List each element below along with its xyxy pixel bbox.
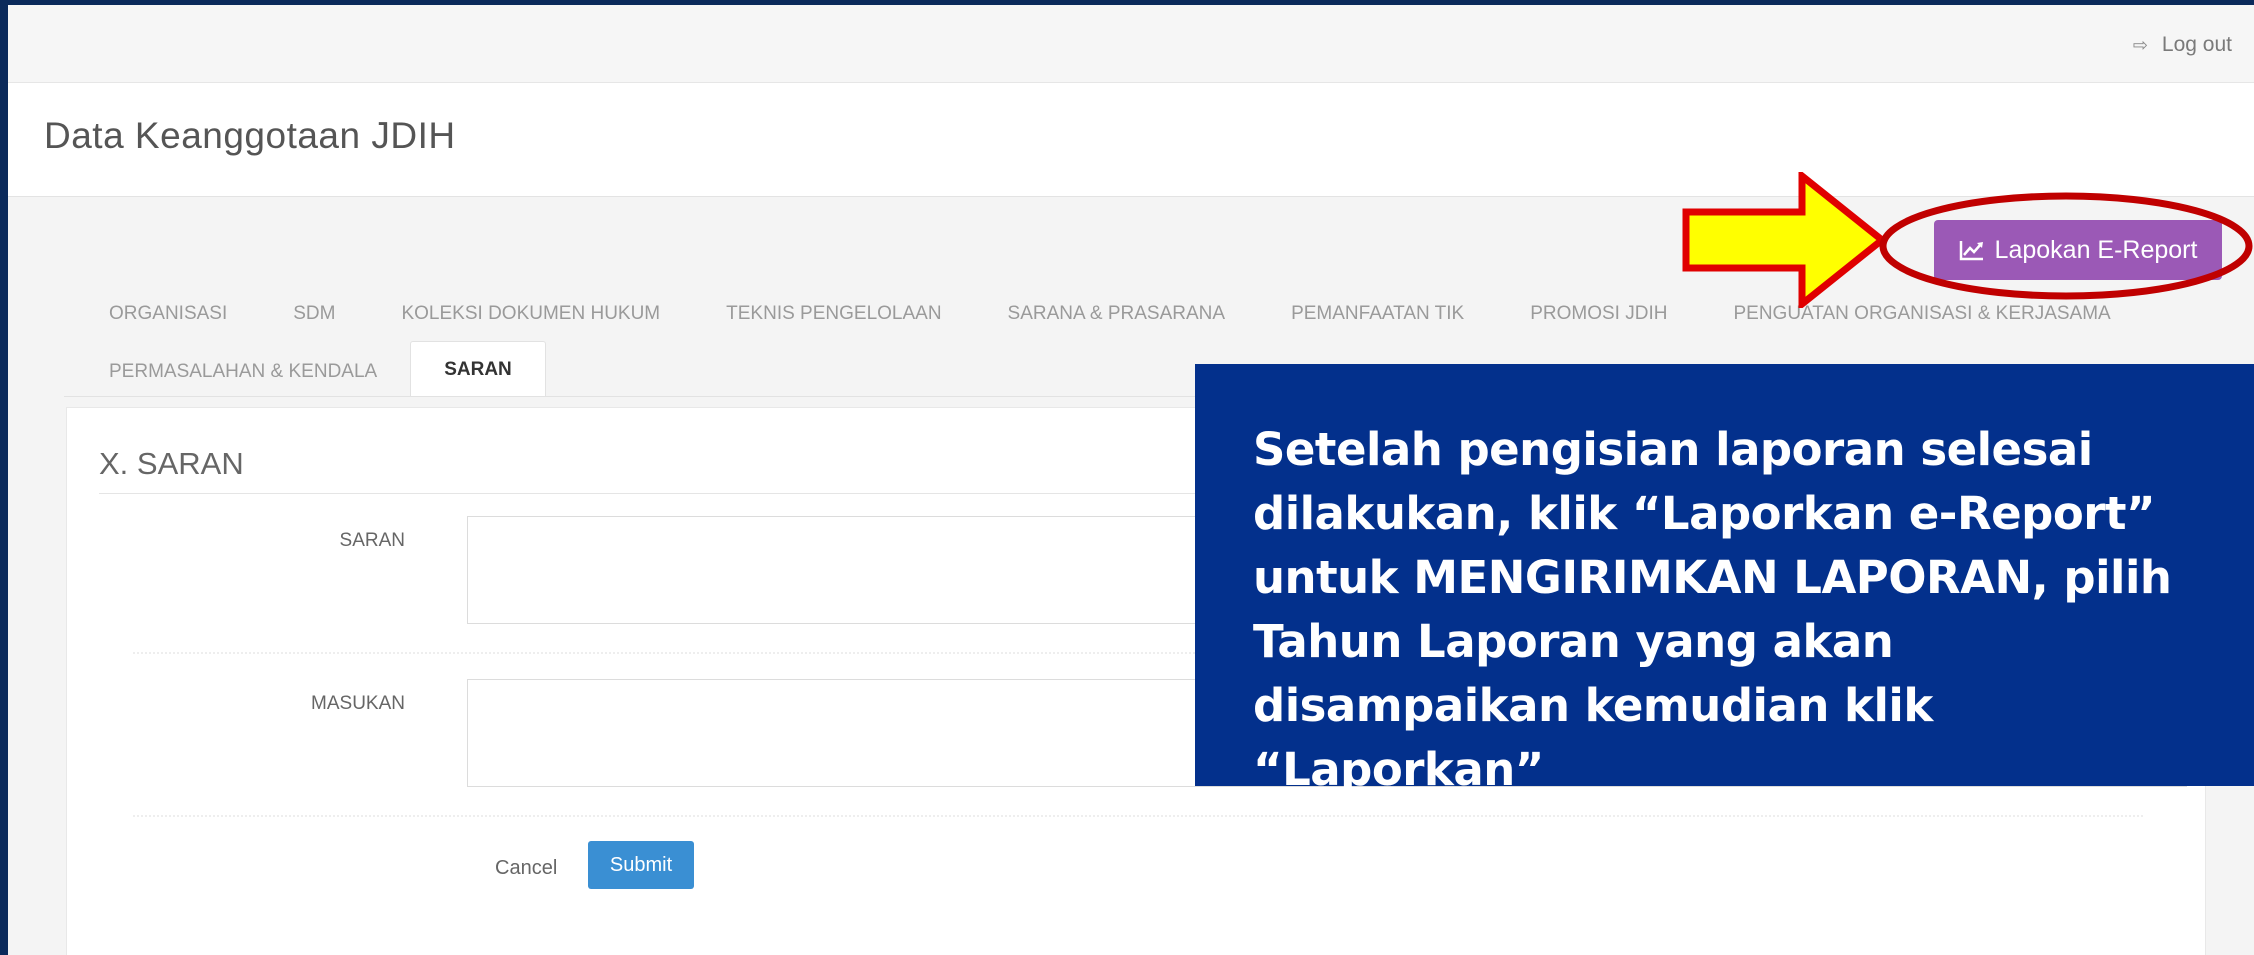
tab-pemanfaatan-tik[interactable]: PEMANFAATAN TIK <box>1258 289 1497 339</box>
tab-bar-row-2: PERMASALAHAN & KENDALA SARAN <box>76 341 546 397</box>
instruction-text: Setelah pengisian laporan selesai dilaku… <box>1253 423 2172 796</box>
submit-button[interactable]: Submit <box>588 841 694 889</box>
saran-label: SARAN <box>339 530 405 551</box>
sign-out-icon: ⇨ <box>2132 34 2148 55</box>
section-title: X. SARAN <box>99 446 244 481</box>
tab-koleksi-dokumen-hukum[interactable]: KOLEKSI DOKUMEN HUKUM <box>368 289 693 339</box>
tab-sdm[interactable]: SDM <box>260 289 368 339</box>
logout-label: Log out <box>2161 33 2232 56</box>
tab-promosi-jdih[interactable]: PROMOSI JDIH <box>1497 289 1700 339</box>
tab-saran[interactable]: SARAN <box>410 341 546 397</box>
top-bar: ⇨ Log out <box>8 5 2254 83</box>
masukan-label: MASUKAN <box>311 693 405 714</box>
tab-sarana-prasarana[interactable]: SARANA & PRASARANA <box>975 289 1259 339</box>
tab-teknis-pengelolaan[interactable]: TEKNIS PENGELOLAAN <box>693 289 974 339</box>
instruction-callout: Setelah pengisian laporan selesai dilaku… <box>1195 364 2254 796</box>
tab-permasalahan-kendala[interactable]: PERMASALAHAN & KENDALA <box>76 347 410 397</box>
page-header: Data Keanggotaan JDIH <box>8 83 2254 197</box>
tab-organisasi[interactable]: ORGANISASI <box>76 289 260 339</box>
page-title: Data Keanggotaan JDIH <box>44 115 456 156</box>
pointer-arrow-icon <box>1682 172 1887 308</box>
highlight-ellipse <box>1879 192 2253 300</box>
field-separator <box>133 815 2143 817</box>
cancel-button[interactable]: Cancel <box>479 844 573 892</box>
logout-link[interactable]: ⇨ Log out <box>2133 30 2232 60</box>
